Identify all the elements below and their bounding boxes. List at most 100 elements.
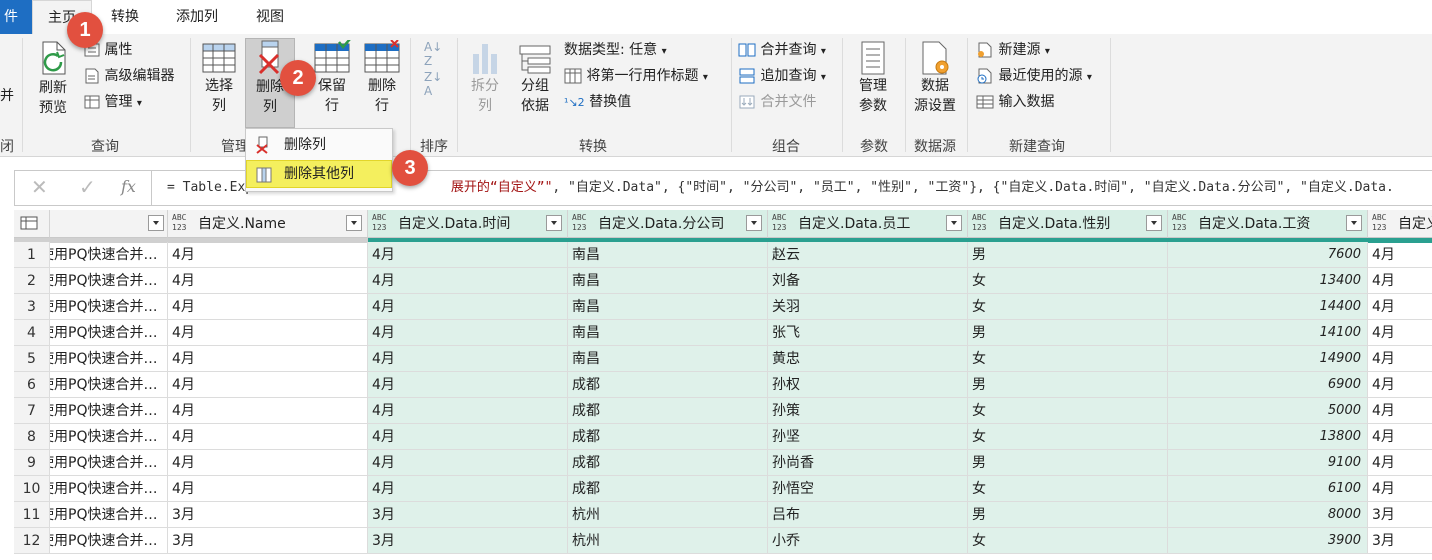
table-cell[interactable]: 女 — [968, 268, 1168, 294]
column-filter-button[interactable] — [346, 215, 362, 231]
table-cell[interactable]: 4月 — [1368, 450, 1432, 476]
table-cell[interactable]: 男 — [968, 242, 1168, 268]
column-filter-button[interactable] — [148, 215, 164, 231]
column-header-partial[interactable] — [50, 210, 168, 238]
table-row[interactable]: 4 使用PQ快速合并… 4月 4月 南昌 张飞男 14100 4月 — [14, 320, 1432, 346]
column-header-time[interactable]: ABC 123 自定义.Data.时间 — [368, 210, 568, 238]
table-cell[interactable]: 使用PQ快速合并… — [50, 346, 168, 372]
table-cell[interactable]: 孙权 — [768, 372, 968, 398]
table-cell[interactable]: 4月 — [368, 372, 568, 398]
table-cell[interactable]: 4月 — [168, 268, 368, 294]
table-cell[interactable]: 4月 — [1368, 424, 1432, 450]
table-cell[interactable]: 成都 — [568, 476, 768, 502]
tab-file[interactable]: 件 — [0, 0, 34, 34]
table-cell[interactable]: 14900 — [1168, 346, 1368, 372]
table-cell[interactable]: 4月 — [368, 268, 568, 294]
table-cell[interactable]: 南昌 — [568, 346, 768, 372]
advanced-editor-button[interactable]: 高级编辑器 — [84, 66, 174, 86]
table-cell[interactable]: 赵云 — [768, 242, 968, 268]
table-cell[interactable]: 6100 — [1168, 476, 1368, 502]
column-filter-button[interactable] — [546, 215, 562, 231]
table-cell[interactable]: 7600 — [1168, 242, 1368, 268]
table-cell[interactable]: 南昌 — [568, 268, 768, 294]
table-cell[interactable]: 张飞 — [768, 320, 968, 346]
table-cell[interactable]: 使用PQ快速合并… — [50, 398, 168, 424]
table-cell[interactable]: 使用PQ快速合并… — [50, 294, 168, 320]
table-cell[interactable]: 女 — [968, 398, 1168, 424]
menu-item-remove-columns[interactable]: 删除列 — [246, 131, 392, 159]
table-cell[interactable]: 成都 — [568, 424, 768, 450]
table-cell[interactable]: 3月 — [368, 502, 568, 528]
table-cell[interactable]: 使用PQ快速合并… — [50, 424, 168, 450]
tab-add-column[interactable]: 添加列 — [176, 0, 218, 34]
table-row[interactable]: 2 使用PQ快速合并… 4月 4月 南昌 刘备女 13400 4月 — [14, 268, 1432, 294]
table-cell[interactable]: 4月 — [368, 424, 568, 450]
replace-values-button[interactable]: ¹↘2 替换值 — [564, 92, 631, 113]
table-cell[interactable]: 3月 — [1368, 528, 1432, 554]
table-cell[interactable]: 4月 — [168, 346, 368, 372]
table-cell[interactable]: 4月 — [168, 450, 368, 476]
table-cell[interactable]: 4月 — [168, 320, 368, 346]
row-number[interactable]: 6 — [14, 372, 50, 398]
table-row[interactable]: 6 使用PQ快速合并… 4月 4月 成都 孙权男 6900 4月 — [14, 372, 1432, 398]
table-cell[interactable]: 孙悟空 — [768, 476, 968, 502]
table-row[interactable]: 12 使用PQ快速合并… 3月 3月 杭州 小乔女 3900 3月 — [14, 528, 1432, 554]
row-number[interactable]: 9 — [14, 450, 50, 476]
table-cell[interactable]: 4月 — [368, 242, 568, 268]
table-cell[interactable]: 14400 — [1168, 294, 1368, 320]
table-cell[interactable]: 黄忠 — [768, 346, 968, 372]
table-cell[interactable]: 男 — [968, 502, 1168, 528]
table-cell[interactable]: 女 — [968, 346, 1168, 372]
column-header-name[interactable]: ABC 123 自定义.Name — [168, 210, 368, 238]
table-cell[interactable]: 3月 — [168, 502, 368, 528]
table-cell[interactable]: 女 — [968, 294, 1168, 320]
column-filter-button[interactable] — [946, 215, 962, 231]
table-cell[interactable]: 4月 — [1368, 398, 1432, 424]
data-type-dropdown[interactable]: 数据类型: 任意 ▾ — [564, 40, 667, 62]
table-cell[interactable]: 男 — [968, 372, 1168, 398]
table-cell[interactable]: 关羽 — [768, 294, 968, 320]
table-cell[interactable]: 女 — [968, 476, 1168, 502]
table-cell[interactable]: 4月 — [1368, 268, 1432, 294]
new-source-button[interactable]: 新建源 ▾ — [976, 40, 1050, 62]
row-number[interactable]: 7 — [14, 398, 50, 424]
menu-item-remove-other-columns[interactable]: 删除其他列 — [246, 160, 392, 188]
enter-data-button[interactable]: 输入数据 — [976, 92, 1054, 112]
table-cell[interactable]: 小乔 — [768, 528, 968, 554]
table-cell[interactable]: 4月 — [168, 294, 368, 320]
table-cell[interactable]: 4月 — [368, 398, 568, 424]
table-cell[interactable]: 使用PQ快速合并… — [50, 528, 168, 554]
column-filter-button[interactable] — [1346, 215, 1362, 231]
ribbon-partial-close-label[interactable]: 并 — [0, 86, 14, 106]
row-number[interactable]: 8 — [14, 424, 50, 450]
column-header-employee[interactable]: ABC 123 自定义.Data.员工 — [768, 210, 968, 238]
row-number[interactable]: 3 — [14, 294, 50, 320]
table-cell[interactable]: 南昌 — [568, 294, 768, 320]
table-cell[interactable]: 4月 — [368, 476, 568, 502]
table-cell[interactable]: 5000 — [1168, 398, 1368, 424]
table-cell[interactable]: 6900 — [1168, 372, 1368, 398]
table-cell[interactable]: 男 — [968, 450, 1168, 476]
table-cell[interactable]: 4月 — [368, 346, 568, 372]
table-cell[interactable]: 4月 — [168, 424, 368, 450]
table-cell[interactable]: 成都 — [568, 372, 768, 398]
cancel-icon[interactable]: ✕ — [31, 175, 48, 199]
table-cell[interactable]: 3月 — [368, 528, 568, 554]
table-row[interactable]: 5 使用PQ快速合并… 4月 4月 南昌 黄忠女 14900 4月 — [14, 346, 1432, 372]
sort-descending-icon[interactable]: Z↓ A — [424, 70, 442, 98]
table-cell[interactable]: 男 — [968, 320, 1168, 346]
table-cell[interactable]: 4月 — [168, 372, 368, 398]
table-cell[interactable]: 4月 — [1368, 346, 1432, 372]
table-cell[interactable]: 刘备 — [768, 268, 968, 294]
table-cell[interactable]: 成都 — [568, 398, 768, 424]
combine-files-button[interactable]: 合并文件 — [738, 92, 816, 112]
manage-query-button[interactable]: 管理 ▾ — [84, 92, 142, 114]
manage-parameters-button[interactable]: 管理 参数 — [850, 40, 896, 116]
row-number[interactable]: 1 — [14, 242, 50, 268]
table-cell[interactable]: 杭州 — [568, 502, 768, 528]
table-menu-button[interactable] — [14, 210, 50, 238]
refresh-preview-button[interactable]: 刷新 预览 — [30, 38, 76, 118]
table-cell[interactable]: 3月 — [168, 528, 368, 554]
table-cell[interactable]: 使用PQ快速合并… — [50, 502, 168, 528]
table-row[interactable]: 11 使用PQ快速合并… 3月 3月 杭州 吕布男 8000 3月 — [14, 502, 1432, 528]
